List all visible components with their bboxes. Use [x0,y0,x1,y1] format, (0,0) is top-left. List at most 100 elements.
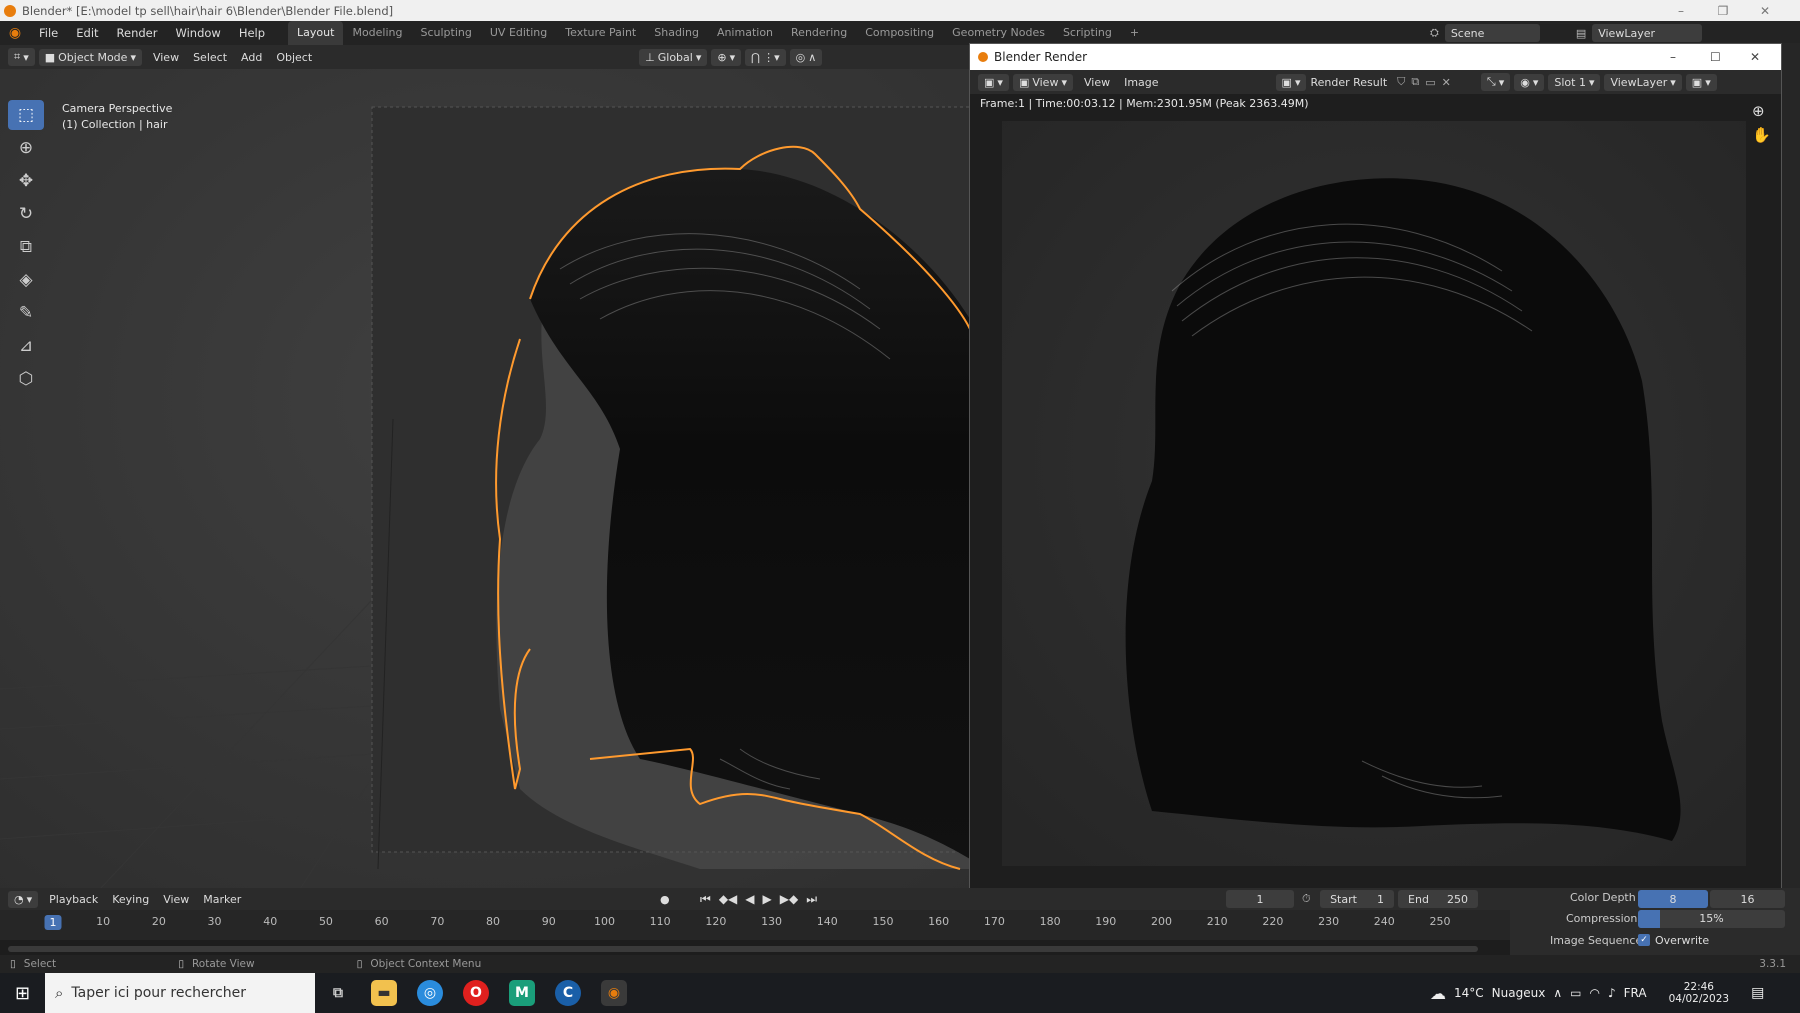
scale-tool[interactable]: ⧉ [8,232,44,262]
select-box-tool[interactable]: ⬚ [8,100,44,130]
blender-taskbar-icon[interactable]: ◉ [601,980,627,1006]
timeline-menu-keying[interactable]: Keying [105,893,156,906]
tab-rendering[interactable]: Rendering [782,21,856,45]
zoom-icon[interactable]: ⊕ [1752,102,1765,120]
viewport-3d[interactable]: Camera Perspective (1) Collection | hair [0,69,970,889]
timeline-menu-view[interactable]: View [156,893,196,906]
blender-menu-icon[interactable]: ◉ [0,25,30,41]
view-mode-select[interactable]: ▣ View ▾ [1012,73,1073,91]
rotate-tool[interactable]: ↻ [8,199,44,229]
current-frame-indicator[interactable]: 1 [44,915,62,930]
color-depth-16-button[interactable]: 16 [1710,890,1785,908]
gizmo-toggle[interactable]: ⤡ ▾ [1480,73,1511,91]
jump-start-icon[interactable]: ⏮ [700,892,711,907]
move-tool[interactable]: ✥ [8,166,44,196]
play-reverse-icon[interactable]: ◀ [745,892,754,907]
start-frame-field[interactable]: Start 1 [1320,890,1394,908]
weather-temp[interactable]: 14°C [1454,986,1484,1000]
overwrite-checkbox[interactable]: ✓ [1638,934,1650,946]
tab-texture-paint[interactable]: Texture Paint [556,21,645,45]
jump-keyframe-forward-icon[interactable]: ▶◆ [780,892,798,907]
tab-geometry-nodes[interactable]: Geometry Nodes [943,21,1054,45]
file-explorer-icon[interactable]: ▬ [371,980,397,1006]
pivot-point-button[interactable]: ⊕ ▾ [711,48,742,66]
close-icon[interactable]: ✕ [1744,4,1786,18]
viewport-menu-object[interactable]: Object [269,51,319,64]
current-frame-field[interactable]: 1 [1226,890,1294,908]
tab-compositing[interactable]: Compositing [856,21,943,45]
render-minimize-icon[interactable]: – [1670,50,1676,64]
cinema-app-icon[interactable]: C [555,980,581,1006]
add-cube-tool[interactable]: ⬡ [8,364,44,394]
render-viewlayer-select[interactable]: ViewLayer ▾ [1604,73,1682,91]
timeline-menu-marker[interactable]: Marker [196,893,248,906]
tab-modeling[interactable]: Modeling [343,21,411,45]
slot-select[interactable]: Slot 1 ▾ [1548,73,1601,91]
measure-tool[interactable]: ⊿ [8,331,44,361]
jump-keyframe-back-icon[interactable]: ◆◀ [719,892,737,907]
render-menu-image[interactable]: Image [1117,76,1165,89]
battery-icon[interactable]: ▭ [1570,986,1581,1000]
proportional-edit-button[interactable]: ◎ ∧ [789,48,823,66]
editor-type-button[interactable]: ⌗ ▾ [8,48,35,66]
tab-layout[interactable]: Layout [288,21,344,45]
viewport-menu-view[interactable]: View [146,51,186,64]
restore-icon[interactable]: ❐ [1702,4,1744,18]
end-frame-field[interactable]: End 250 [1398,890,1478,908]
add-workspace-icon[interactable]: + [1121,21,1148,45]
volume-icon[interactable]: ♪ [1608,986,1616,1000]
annotate-tool[interactable]: ✎ [8,298,44,328]
taskbar-search-box[interactable]: ⌕ Taper ici pour rechercher [45,973,315,1013]
tab-uv-editing[interactable]: UV Editing [481,21,556,45]
open-image-icon[interactable]: ▭ [1425,76,1435,89]
tab-sculpting[interactable]: Sculpting [412,21,481,45]
cursor-tool[interactable]: ⊕ [8,133,44,163]
viewlayer-field[interactable]: ViewLayer [1592,24,1703,42]
opera-icon[interactable]: O [463,980,489,1006]
tab-shading[interactable]: Shading [645,21,708,45]
tab-animation[interactable]: Animation [708,21,782,45]
notification-icon[interactable]: ▤ [1751,985,1764,1001]
display-channels-button[interactable]: ▣ ▾ [1685,73,1717,91]
stopwatch-icon[interactable]: ⏱ [1302,892,1311,906]
menu-render[interactable]: Render [108,21,167,45]
color-depth-8-button[interactable]: 8 [1638,890,1708,908]
pan-hand-icon[interactable]: ✋ [1752,126,1771,144]
transform-orientation-select[interactable]: ⊥ Global ▾ [639,48,708,66]
menu-help[interactable]: Help [230,21,274,45]
render-close-icon[interactable]: ✕ [1750,50,1760,64]
record-button[interactable]: ● [660,893,670,906]
image-editor-type-button[interactable]: ▣ ▾ [978,73,1009,91]
fake-user-icon[interactable]: ⛉ [1397,75,1405,89]
minimize-icon[interactable]: – [1660,4,1702,18]
task-view-icon[interactable]: ⧉ [325,980,351,1006]
windows-start-icon[interactable]: ⊞ [0,983,45,1004]
timeline-editor-type[interactable]: ◔ ▾ [8,890,39,908]
menu-edit[interactable]: Edit [67,21,107,45]
viewport-menu-select[interactable]: Select [186,51,234,64]
transform-tool[interactable]: ◈ [8,265,44,295]
tab-scripting[interactable]: Scripting [1054,21,1121,45]
chrome-icon[interactable]: ◎ [417,980,443,1006]
language-indicator[interactable]: FRA [1624,986,1647,1000]
timeline-menu-playback[interactable]: Playback [42,893,105,906]
snap-button[interactable]: ⋂ ⋮▾ [745,48,786,66]
maya-icon[interactable]: M [509,980,535,1006]
render-maximize-icon[interactable]: ☐ [1710,50,1721,64]
wifi-icon[interactable]: ◠ [1589,986,1599,1000]
timeline-scrollbar[interactable] [8,946,1478,952]
render-result-image[interactable] [1002,121,1746,866]
menu-window[interactable]: Window [166,21,229,45]
tray-expand-icon[interactable]: ∧ [1553,986,1562,1000]
timeline-ruler[interactable]: 1 10 20 30 40 50 60 70 80 90 100 110 120 130 140 150 160… [0,910,1510,940]
image-browse-button[interactable]: ▣ ▾ [1275,73,1307,91]
menu-file[interactable]: File [30,21,67,45]
image-name-field[interactable]: Render Result [1310,76,1387,89]
overlay-toggle[interactable]: ◉ ▾ [1514,73,1545,91]
clock[interactable]: 22:46 04/02/2023 [1669,981,1730,1005]
viewport-menu-add[interactable]: Add [234,51,269,64]
play-icon[interactable]: ▶ [763,892,772,907]
mode-select[interactable]: ■ Object Mode ▾ [38,48,142,66]
compression-slider[interactable]: 15% [1638,910,1785,928]
jump-end-icon[interactable]: ⏭ [806,892,817,907]
